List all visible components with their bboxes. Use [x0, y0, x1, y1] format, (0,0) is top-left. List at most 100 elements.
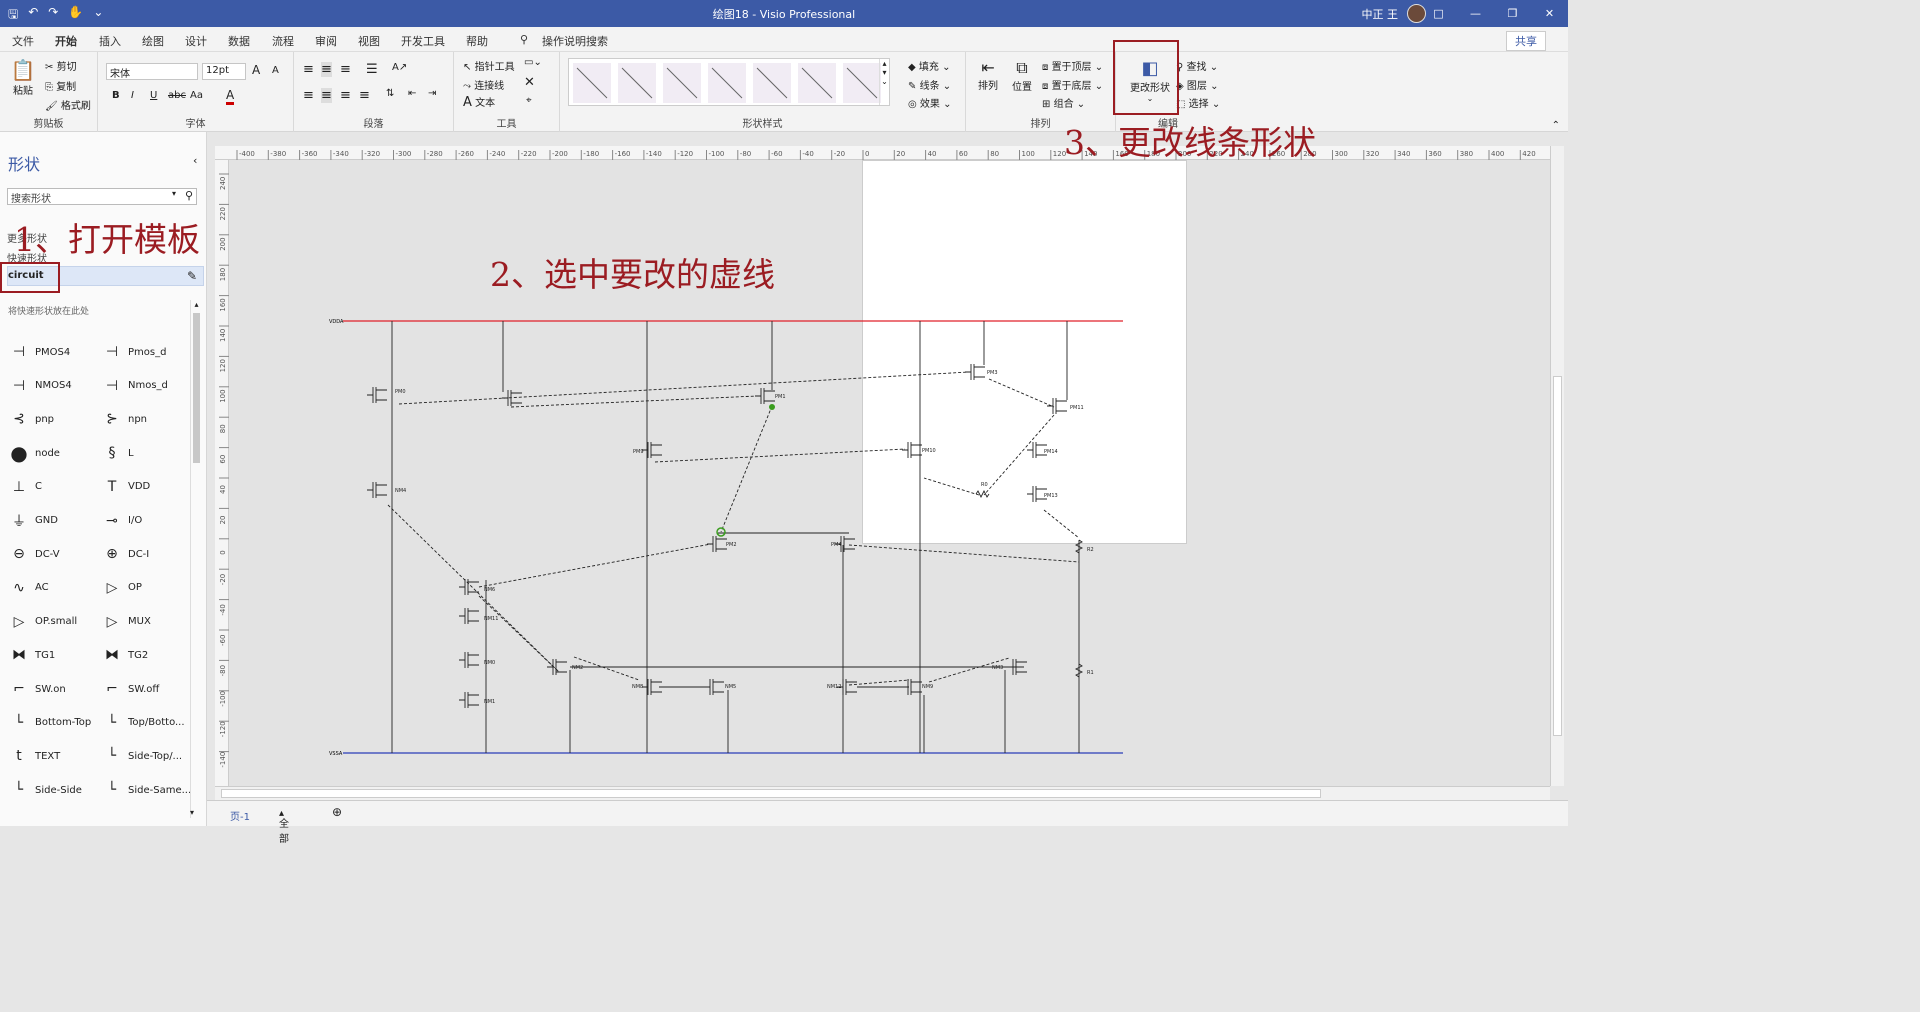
transistors[interactable]: [367, 364, 1084, 708]
strikethrough-button[interactable]: abc: [168, 90, 186, 101]
chevron-down-icon[interactable]: ▾: [172, 189, 176, 198]
mos-transistor[interactable]: [459, 579, 479, 595]
shape-item[interactable]: ⧓ TG1: [8, 645, 55, 665]
shape-item[interactable]: └ Top/Botto...: [101, 713, 185, 733]
shape-style-gallery[interactable]: ▴ ▾ ⌄: [568, 58, 890, 106]
style-swatch[interactable]: [798, 63, 836, 103]
add-page-icon[interactable]: ⊕: [332, 805, 342, 819]
mos-transistor[interactable]: [755, 388, 775, 404]
shape-item[interactable]: ⊣ Nmos_d: [101, 376, 168, 396]
shape-item[interactable]: ⊕ DC-I: [101, 544, 149, 564]
tab-help[interactable]: 帮助: [466, 33, 488, 49]
line-spacing-icon[interactable]: ⇅: [386, 88, 394, 99]
text-tool-button[interactable]: A 文本: [463, 94, 495, 110]
shape-item[interactable]: ● node: [8, 441, 60, 465]
style-swatch[interactable]: [708, 63, 746, 103]
effects-button[interactable]: ◎ 效果 ⌄: [908, 95, 951, 110]
collapse-panel-icon[interactable]: ‹: [193, 154, 197, 167]
shape-item[interactable]: ⏚ GND: [8, 511, 58, 531]
collapse-ribbon-icon[interactable]: ⌃: [1552, 120, 1560, 131]
tab-process[interactable]: 流程: [272, 33, 294, 49]
line-button[interactable]: ✎ 线条 ⌄: [908, 77, 951, 92]
shape-item[interactable]: ⊣ PMOS4: [8, 342, 70, 362]
shape-item[interactable]: ⊣ Pmos_d: [101, 342, 167, 362]
tab-home[interactable]: 开始: [55, 33, 77, 54]
tab-developer[interactable]: 开发工具: [401, 33, 445, 49]
shrink-font-button[interactable]: A: [272, 65, 279, 76]
text-direction-icon[interactable]: A↗: [392, 62, 407, 73]
font-name-select[interactable]: 宋体: [106, 63, 198, 80]
selection-handle-end[interactable]: [769, 404, 775, 410]
bold-button[interactable]: B: [112, 90, 120, 101]
pointer-tool-button[interactable]: ↖ 指针工具: [463, 58, 515, 73]
mos-transistor[interactable]: [459, 692, 479, 708]
style-swatch[interactable]: [618, 63, 656, 103]
tab-review[interactable]: 审阅: [315, 33, 337, 49]
shapes-scrollbar[interactable]: ▴: [190, 300, 202, 818]
mos-transistor[interactable]: [367, 387, 387, 403]
shape-item[interactable]: ▷ OP: [101, 578, 142, 598]
tab-insert[interactable]: 插入: [99, 33, 121, 49]
shape-item[interactable]: ⊣ NMOS4: [8, 376, 72, 396]
scroll-thumb[interactable]: [193, 313, 200, 463]
align-left-icon[interactable]: ≡: [303, 88, 314, 103]
shape-item[interactable]: └ Bottom-Top: [8, 713, 91, 733]
mos-transistor[interactable]: [902, 679, 922, 695]
user-name[interactable]: 中正 王: [1362, 6, 1399, 22]
group-button[interactable]: ⊞ 组合 ⌄: [1042, 95, 1085, 110]
share-button[interactable]: 共享: [1506, 31, 1546, 51]
mos-transistor[interactable]: [367, 482, 387, 498]
mos-transistor[interactable]: [547, 659, 567, 675]
align-top-icon[interactable]: ≡: [303, 62, 314, 77]
shape-item[interactable]: ∿ AC: [8, 578, 49, 598]
shape-item[interactable]: t TEXT: [8, 746, 60, 766]
connector-tool-button[interactable]: ⤳ 连接线: [463, 77, 504, 92]
mos-transistor[interactable]: [704, 679, 724, 695]
shape-item[interactable]: ⌐ SW.off: [101, 679, 159, 699]
shape-item[interactable]: ▷ OP.small: [8, 612, 78, 632]
tab-draw[interactable]: 绘图: [142, 33, 164, 49]
shape-item[interactable]: T VDD: [101, 477, 151, 497]
find-button[interactable]: ⚲ 查找 ⌄: [1176, 58, 1218, 73]
shape-item[interactable]: ⊰ pnp: [8, 409, 54, 429]
page-tab[interactable]: 页-1: [230, 808, 250, 823]
rectangle-tool-button[interactable]: ▭⌄: [524, 57, 542, 68]
style-swatch[interactable]: [573, 63, 611, 103]
cut-button[interactable]: ✂ 剪切: [45, 58, 77, 73]
vertical-scrollbar[interactable]: [1550, 146, 1564, 786]
shape-item[interactable]: ▷ MUX: [101, 612, 151, 632]
mos-transistor[interactable]: [459, 608, 479, 624]
edit-stencil-icon[interactable]: ✎: [187, 269, 197, 283]
mos-transistor[interactable]: [459, 652, 479, 668]
decrease-indent-icon[interactable]: ⇤: [408, 88, 416, 99]
layers-button[interactable]: ◈ 图层 ⌄: [1176, 77, 1218, 92]
bullets-icon[interactable]: ☰: [366, 62, 378, 77]
tab-file[interactable]: 文件: [12, 33, 34, 49]
search-shapes-input[interactable]: 搜索形状: [7, 188, 197, 205]
horizontal-scrollbar[interactable]: [215, 786, 1550, 800]
select-button[interactable]: ⬚ 选择 ⌄: [1176, 95, 1220, 110]
send-to-back-button[interactable]: ⧈ 置于底层 ⌄: [1042, 77, 1103, 92]
shape-item[interactable]: ⌐ SW.on: [8, 679, 66, 699]
mos-transistor[interactable]: [642, 442, 662, 458]
shape-item[interactable]: └ Side-Top/...: [101, 746, 182, 766]
mos-transistor[interactable]: [1047, 398, 1067, 414]
shape-item[interactable]: ⊖ DC-V: [8, 544, 59, 564]
align-center-icon[interactable]: ≡: [321, 88, 332, 103]
shape-item[interactable]: § L: [101, 443, 134, 463]
drawing-canvas[interactable]: VDDA VSSA PM0 PM1 PM3 PM11 PM9 PM10 PM14…: [229, 160, 1550, 786]
italic-button[interactable]: I: [131, 90, 134, 101]
format-painter-button[interactable]: 🖌 格式刷: [45, 97, 91, 112]
align-bottom-icon[interactable]: ≡: [340, 62, 351, 77]
tab-design[interactable]: 设计: [185, 33, 207, 49]
mos-transistor[interactable]: [707, 536, 727, 552]
shape-item[interactable]: ⊱ npn: [101, 409, 147, 429]
close-icon[interactable]: ✕: [1531, 0, 1568, 27]
copy-button[interactable]: ⎘ 复制: [45, 78, 76, 93]
shape-item[interactable]: └ Side-Same...: [101, 780, 191, 800]
scroll-down-icon[interactable]: ▾: [190, 808, 194, 817]
mos-transistor[interactable]: [502, 390, 522, 406]
justify-icon[interactable]: ≡: [359, 88, 370, 103]
grow-font-button[interactable]: A: [252, 63, 260, 77]
underline-button[interactable]: U: [150, 90, 157, 101]
